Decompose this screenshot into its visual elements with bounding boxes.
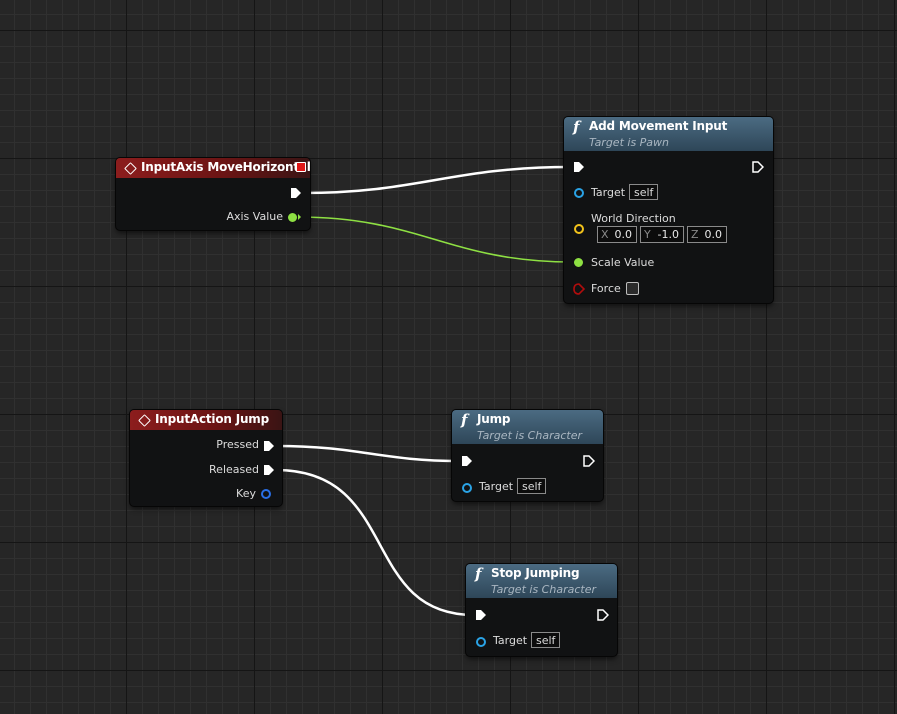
- node-subtitle: Target is Character: [491, 583, 596, 596]
- world-direction-y-field[interactable]: Y -1.0: [640, 226, 684, 243]
- target-value-field[interactable]: self: [629, 184, 659, 200]
- node-title: Stop Jumping: [491, 566, 580, 580]
- event-diamond-icon: [124, 162, 137, 175]
- released-label: Released: [209, 463, 259, 476]
- released-exec-pin-icon[interactable]: [263, 464, 275, 476]
- x-value: 0.0: [614, 228, 633, 241]
- node-header: f Jump Target is Character: [452, 410, 603, 444]
- delegate-pin-icon[interactable]: [296, 162, 306, 172]
- world-direction-pin-icon[interactable]: [574, 224, 584, 234]
- axis-value-pin-icon[interactable]: [288, 213, 297, 222]
- exec-output-pin-icon[interactable]: [290, 187, 302, 199]
- exec-input-pin-icon[interactable]: [573, 161, 585, 173]
- pressed-exec-pin-icon[interactable]: [263, 440, 275, 452]
- exec-output-pin-icon[interactable]: [597, 609, 609, 621]
- axis-value-label: Axis Value: [226, 210, 283, 223]
- node-jump[interactable]: f Jump Target is Character Target self: [452, 410, 603, 501]
- world-direction-z-field[interactable]: Z 0.0: [687, 226, 727, 243]
- key-pin-icon[interactable]: [261, 489, 271, 499]
- pressed-label: Pressed: [216, 438, 259, 451]
- exec-wire-axis-to-add-movement[interactable]: [301, 165, 572, 195]
- function-icon: f: [461, 411, 468, 429]
- scale-value-pin-icon[interactable]: [574, 258, 583, 267]
- exec-wire-released-to-stop-jumping[interactable]: [275, 468, 475, 617]
- node-input-axis-move-horizontal[interactable]: InputAxis MoveHorizontal Axis Value: [116, 158, 310, 230]
- node-header: f Add Movement Input Target is Pawn: [564, 117, 773, 151]
- y-axis-label: Y: [644, 228, 651, 241]
- world-direction-label: World Direction: [591, 212, 676, 225]
- target-value-field[interactable]: self: [531, 632, 561, 648]
- node-header: InputAction Jump: [130, 410, 282, 430]
- target-pin-icon[interactable]: [462, 483, 472, 493]
- function-icon: f: [475, 565, 482, 583]
- target-label: Target: [479, 480, 514, 493]
- node-title: Add Movement Input: [589, 119, 728, 133]
- node-title: InputAxis MoveHorizontal: [141, 160, 310, 174]
- key-label: Key: [236, 487, 256, 500]
- event-diamond-icon: [138, 414, 151, 427]
- float-wire-axis-value-to-scale-value[interactable]: [297, 216, 573, 263]
- target-label: Target: [591, 186, 626, 199]
- node-input-action-jump[interactable]: InputAction Jump Pressed Released Key: [130, 410, 282, 506]
- axis-value-pin-arrow-icon: [298, 214, 301, 220]
- node-header: InputAxis MoveHorizontal: [116, 158, 310, 178]
- node-header: f Stop Jumping Target is Character: [466, 564, 617, 598]
- exec-input-pin-icon[interactable]: [461, 455, 473, 467]
- z-axis-label: Z: [691, 228, 699, 241]
- scale-value-label: Scale Value: [591, 256, 655, 269]
- node-add-movement-input[interactable]: f Add Movement Input Target is Pawn Targ…: [564, 117, 773, 303]
- node-stop-jumping[interactable]: f Stop Jumping Target is Character Targe…: [466, 564, 617, 656]
- force-label: Force: [591, 282, 621, 295]
- target-pin-icon[interactable]: [574, 188, 584, 198]
- function-icon: f: [573, 118, 580, 136]
- target-label: Target: [493, 634, 528, 647]
- x-axis-label: X: [601, 228, 609, 241]
- y-value: -1.0: [657, 228, 679, 241]
- node-title: Jump: [477, 412, 511, 426]
- node-subtitle: Target is Pawn: [589, 136, 670, 149]
- target-value-field[interactable]: self: [517, 478, 547, 494]
- wire-layer: [275, 165, 573, 617]
- exec-output-pin-icon[interactable]: [583, 455, 595, 467]
- node-subtitle: Target is Character: [477, 429, 582, 442]
- target-pin-icon[interactable]: [476, 637, 486, 647]
- exec-input-pin-icon[interactable]: [475, 609, 487, 621]
- force-checkbox[interactable]: [626, 282, 639, 295]
- exec-wire-pressed-to-jump[interactable]: [275, 444, 461, 463]
- z-value: 0.0: [704, 228, 723, 241]
- force-pin-icon[interactable]: [573, 283, 585, 295]
- world-direction-x-field[interactable]: X 0.0: [597, 226, 637, 243]
- node-title: InputAction Jump: [155, 412, 269, 426]
- exec-output-pin-icon[interactable]: [752, 161, 764, 173]
